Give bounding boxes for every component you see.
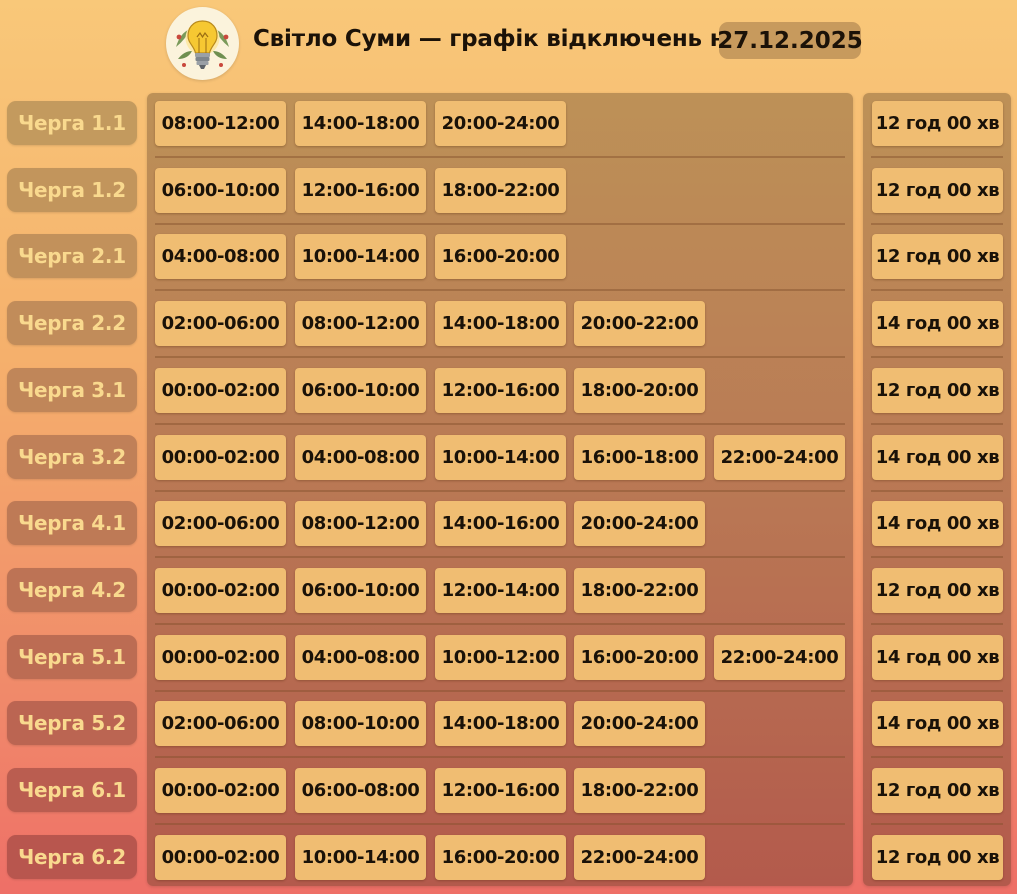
outage-slot: 18:00-22:00 [574, 568, 705, 613]
queue-label: Черга 3.1 [7, 368, 137, 412]
row-divider [155, 289, 845, 291]
outage-slot: 00:00-02:00 [155, 568, 286, 613]
outage-slot: 10:00-14:00 [435, 435, 566, 480]
outage-slot: 12:00-16:00 [295, 168, 426, 213]
outage-slot: 08:00-10:00 [295, 701, 426, 746]
outage-total: 12 год 00 хв [872, 835, 1003, 880]
row-divider [871, 823, 1003, 825]
outage-slot: 18:00-22:00 [435, 168, 566, 213]
outage-slot: 18:00-22:00 [574, 768, 705, 813]
queue-label: Черга 2.2 [7, 301, 137, 345]
outage-slot: 14:00-18:00 [295, 101, 426, 146]
outage-slot: 04:00-08:00 [295, 635, 426, 680]
row-divider [871, 356, 1003, 358]
row-divider [155, 356, 845, 358]
outage-slot: 08:00-12:00 [295, 301, 426, 346]
outage-slot: 00:00-02:00 [155, 768, 286, 813]
outage-slot: 08:00-12:00 [155, 101, 286, 146]
outage-slot: 14:00-18:00 [435, 301, 566, 346]
outage-slot: 06:00-10:00 [295, 568, 426, 613]
queue-label: Черга 4.2 [7, 568, 137, 612]
outage-slot: 04:00-08:00 [295, 435, 426, 480]
row-divider [155, 423, 845, 425]
queue-label: Черга 5.1 [7, 635, 137, 679]
outage-total: 14 год 00 хв [872, 501, 1003, 546]
outage-slot: 02:00-06:00 [155, 701, 286, 746]
outage-total: 12 год 00 хв [872, 234, 1003, 279]
row-divider [155, 823, 845, 825]
outage-slot: 12:00-14:00 [435, 568, 566, 613]
page-title: Світло Суми — графік відключень на [253, 26, 741, 52]
row-divider [155, 156, 845, 158]
outage-total: 12 год 00 хв [872, 101, 1003, 146]
outage-slot: 16:00-18:00 [574, 435, 705, 480]
outage-slot: 22:00-24:00 [574, 835, 705, 880]
row-divider [155, 623, 845, 625]
queue-label: Черга 5.2 [7, 701, 137, 745]
outage-slot: 02:00-06:00 [155, 301, 286, 346]
outage-total: 12 год 00 хв [872, 568, 1003, 613]
outage-total: 14 год 00 хв [872, 635, 1003, 680]
outage-slot: 22:00-24:00 [714, 635, 845, 680]
row-divider [871, 690, 1003, 692]
outage-slot: 00:00-02:00 [155, 635, 286, 680]
outage-total: 14 год 00 хв [872, 301, 1003, 346]
row-divider [871, 223, 1003, 225]
outage-slot: 08:00-12:00 [295, 501, 426, 546]
row-divider [155, 556, 845, 558]
outage-slot: 14:00-16:00 [435, 501, 566, 546]
outage-slot: 16:00-20:00 [435, 234, 566, 279]
queue-label: Черга 1.2 [7, 168, 137, 212]
outage-slot: 06:00-10:00 [155, 168, 286, 213]
queue-label: Черга 6.2 [7, 835, 137, 879]
queue-label: Черга 1.1 [7, 101, 137, 145]
queue-label: Черга 4.1 [7, 501, 137, 545]
outage-slot: 10:00-14:00 [295, 835, 426, 880]
outage-slot: 00:00-02:00 [155, 368, 286, 413]
outage-slot: 16:00-20:00 [435, 835, 566, 880]
row-divider [871, 289, 1003, 291]
outage-total: 12 год 00 хв [872, 768, 1003, 813]
outage-slot: 22:00-24:00 [714, 435, 845, 480]
row-divider [871, 423, 1003, 425]
lightbulb-icon [166, 7, 239, 80]
outage-total: 14 год 00 хв [872, 435, 1003, 480]
row-divider [871, 623, 1003, 625]
queue-label: Черга 3.2 [7, 435, 137, 479]
outage-slot: 10:00-14:00 [295, 234, 426, 279]
outage-slot: 16:00-20:00 [574, 635, 705, 680]
outage-slot: 00:00-02:00 [155, 835, 286, 880]
outage-total: 12 год 00 хв [872, 168, 1003, 213]
queue-label: Черга 2.1 [7, 234, 137, 278]
outage-slot: 06:00-10:00 [295, 368, 426, 413]
outage-slot: 18:00-20:00 [574, 368, 705, 413]
outage-slot: 20:00-24:00 [574, 701, 705, 746]
row-divider [155, 756, 845, 758]
outage-slot: 00:00-02:00 [155, 435, 286, 480]
outage-slot: 04:00-08:00 [155, 234, 286, 279]
outage-slot: 02:00-06:00 [155, 501, 286, 546]
outage-slot: 20:00-24:00 [435, 101, 566, 146]
date-badge: 27.12.2025 [717, 22, 863, 59]
outage-slot: 20:00-22:00 [574, 301, 705, 346]
header: Світло Суми — графік відключень на 27.12… [0, 0, 1017, 86]
row-divider [871, 756, 1003, 758]
outage-total: 12 год 00 хв [872, 368, 1003, 413]
outage-slot: 12:00-16:00 [435, 368, 566, 413]
row-divider [155, 690, 845, 692]
row-divider [155, 223, 845, 225]
row-divider [871, 556, 1003, 558]
outage-slot: 20:00-24:00 [574, 501, 705, 546]
row-divider [871, 490, 1003, 492]
outage-slot: 12:00-16:00 [435, 768, 566, 813]
outage-slot: 10:00-12:00 [435, 635, 566, 680]
outage-slot: 06:00-08:00 [295, 768, 426, 813]
row-divider [155, 490, 845, 492]
row-divider [871, 156, 1003, 158]
queue-label: Черга 6.1 [7, 768, 137, 812]
outage-slot: 14:00-18:00 [435, 701, 566, 746]
outage-total: 14 год 00 хв [872, 701, 1003, 746]
